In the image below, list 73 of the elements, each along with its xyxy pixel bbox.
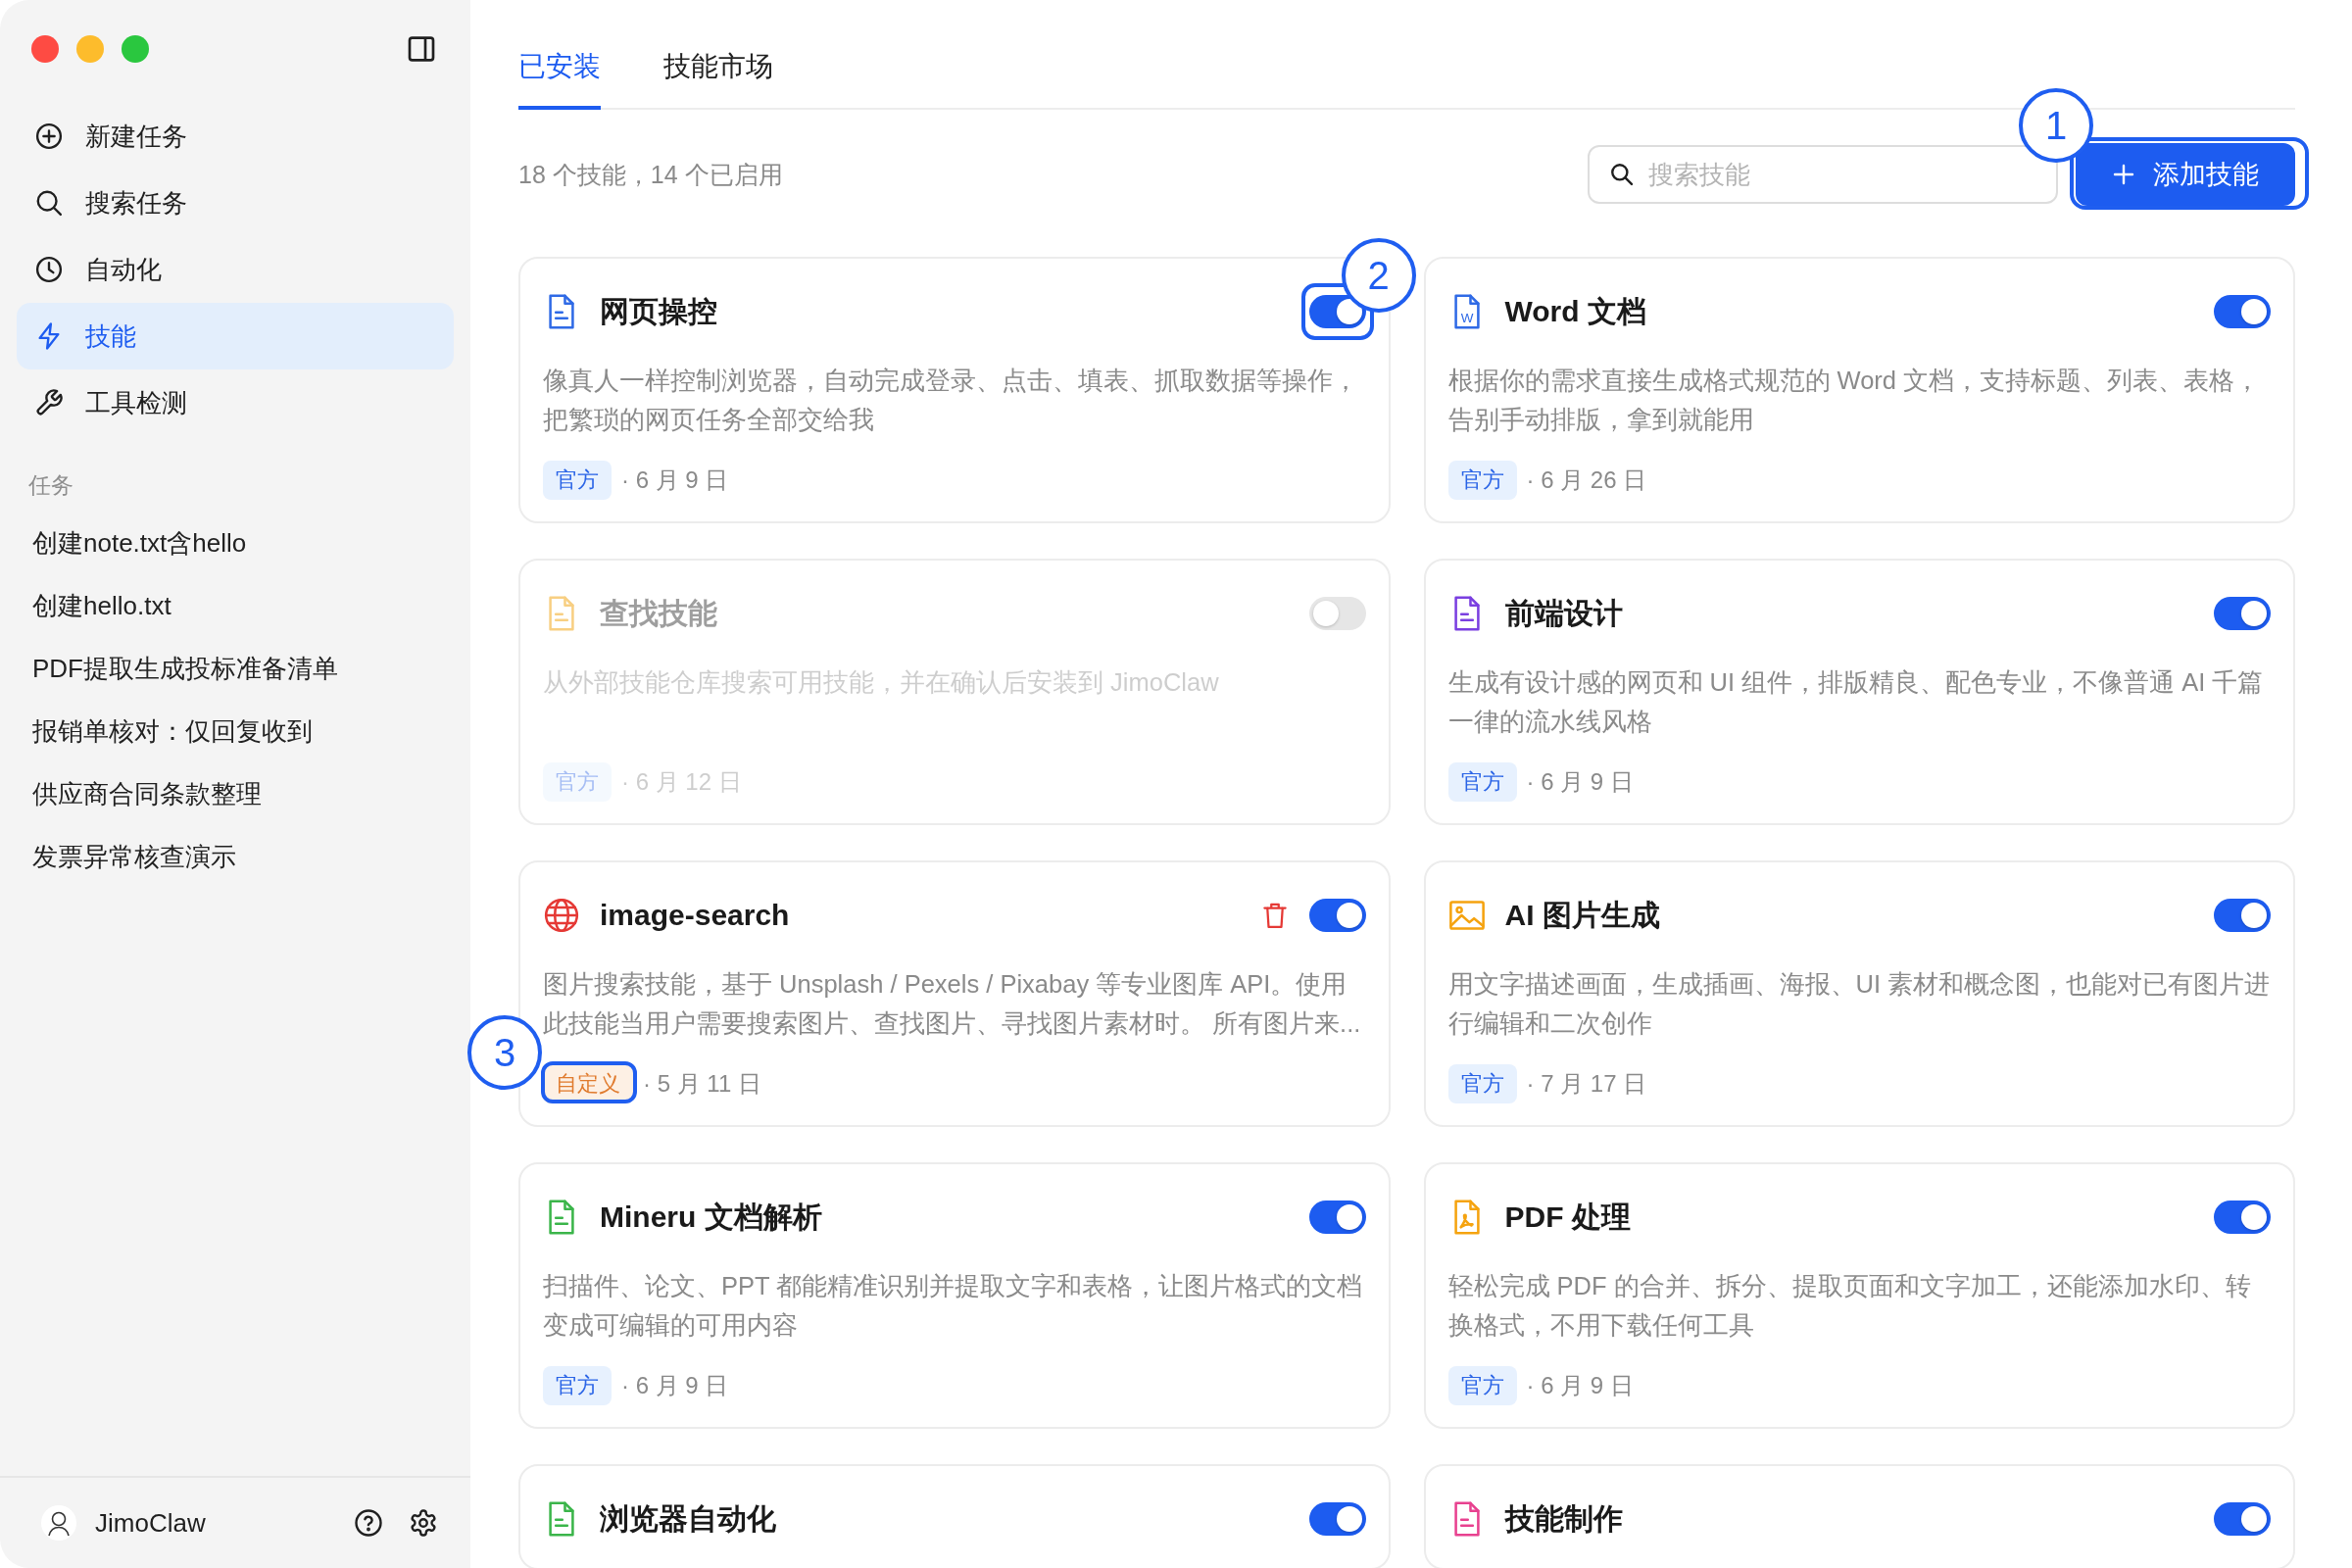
clock-icon bbox=[34, 255, 64, 284]
toggle-switch[interactable] bbox=[1308, 295, 1366, 328]
skill-description: 轻松完成 PDF 的合并、拆分、提取页面和文字加工，还能添加水印、转换格式，不用下载任何工具 bbox=[1447, 1271, 2252, 1341]
section-title: 任务 bbox=[27, 471, 74, 500]
skill-title: PDF 处理 bbox=[1504, 1199, 1631, 1235]
callout-badge: 1 bbox=[2019, 88, 2093, 163]
skill-title: AI 图片生成 bbox=[1504, 897, 1660, 933]
toggle-switch[interactable] bbox=[2214, 597, 2271, 630]
source-tag: 官方 bbox=[543, 461, 612, 500]
nav-item[interactable]: 新建任务 bbox=[17, 103, 454, 170]
nav-item[interactable]: 搜索任务 bbox=[17, 170, 454, 236]
task-item[interactable]: PDF提取生成投标准备清单 bbox=[17, 637, 454, 700]
callout-badge: 3 bbox=[467, 1015, 542, 1090]
skill-description: 根据你的需求直接生成格式规范的 Word 文档，支持标题、列表、表格，告别手动排版，拿到就能用 bbox=[1447, 366, 2262, 435]
search-icon bbox=[1609, 162, 1635, 187]
skill-date: · 5 月 11 日 bbox=[643, 1069, 761, 1099]
task-item[interactable]: 报销单核对：仅回复收到 bbox=[17, 700, 454, 762]
toggle-switch[interactable] bbox=[1308, 1200, 1366, 1234]
source-tag: 官方 bbox=[1447, 461, 1517, 500]
user-name: JimoClaw bbox=[95, 1507, 206, 1539]
source-tag: 官方 bbox=[1447, 762, 1517, 802]
skill-title: Mineru 文档解析 bbox=[600, 1199, 822, 1235]
search-icon bbox=[34, 188, 64, 218]
search-field[interactable]: 搜索技能 bbox=[1588, 145, 2058, 204]
nav-item[interactable]: 自动化 bbox=[17, 236, 454, 303]
skill-title: 查找技能 bbox=[600, 595, 717, 631]
source-tag: 官方 bbox=[543, 762, 612, 802]
sidebar-toggle-icon[interactable] bbox=[406, 33, 437, 65]
toggle-switch[interactable] bbox=[1308, 597, 1366, 630]
tab[interactable]: 已安装 bbox=[518, 47, 601, 110]
add-skill-button[interactable]: 添加技能 bbox=[2076, 143, 2295, 206]
skill-title: Word 文档 bbox=[1504, 293, 1646, 329]
skill-date: · 6 月 9 日 bbox=[1526, 767, 1634, 797]
source-tag: 官方 bbox=[1447, 1064, 1517, 1103]
skill-title: 技能制作 bbox=[1504, 1500, 1623, 1537]
toggle-switch[interactable] bbox=[1308, 1502, 1366, 1536]
toggle-switch[interactable] bbox=[2214, 1502, 2271, 1536]
skill-description: 生成有设计感的网页和 UI 组件，排版精良、配色专业，不像普通 AI 千篇一律的流水线风格 bbox=[1447, 667, 2265, 737]
skill-description: 图片搜索技能，基于 Unsplash / Pexels / Pixabay 等专业图库 API。使用此技能当用户需要搜索图片、查找图片、寻找图片素材时。 所有图片来... bbox=[543, 969, 1362, 1039]
plus-icon bbox=[2112, 163, 2135, 186]
skill-date: · 6 月 9 日 bbox=[621, 466, 729, 495]
skill-title: image-search bbox=[600, 899, 790, 932]
toggle-switch[interactable] bbox=[1308, 899, 1366, 932]
skill-count: 18 个技能，14 个已启用 bbox=[518, 159, 784, 190]
skill-title: 前端设计 bbox=[1504, 595, 1623, 631]
toggle-switch[interactable] bbox=[2214, 1200, 2271, 1234]
callout-badge: 2 bbox=[1341, 238, 1416, 313]
avatar-icon bbox=[41, 1505, 76, 1541]
tab[interactable]: 技能市场 bbox=[663, 47, 773, 110]
nav-item[interactable]: 技能 bbox=[17, 303, 454, 369]
skill-description: 用文字描述画面，生成插画、海报、UI 素材和概念图，也能对已有图片进行编辑和二次创作 bbox=[1447, 969, 2271, 1039]
source-tag: 官方 bbox=[1447, 1366, 1517, 1405]
skill-date: · 7 月 17 日 bbox=[1526, 1069, 1647, 1099]
source-tag: 官方 bbox=[543, 1366, 612, 1405]
skill-title: 网页操控 bbox=[600, 293, 717, 329]
toggle-switch[interactable] bbox=[2214, 899, 2271, 932]
skill-description: 扫描件、论文、PPT 都能精准识别并提取文字和表格，让图片格式的文档变成可编辑的可用内容 bbox=[543, 1271, 1364, 1341]
skill-description: 像真人一样控制浏览器，自动完成登录、点击、填表、抓取数据等操作，把繁琐的网页任务全部交给我 bbox=[543, 366, 1359, 435]
toggle-switch[interactable] bbox=[2214, 295, 2271, 328]
plus-circle-icon bbox=[34, 122, 64, 151]
skill-date: · 6 月 26 日 bbox=[1526, 466, 1647, 495]
skill-date: · 6 月 9 日 bbox=[621, 1371, 729, 1400]
settings-icon[interactable] bbox=[409, 1508, 438, 1538]
window-close-button[interactable] bbox=[31, 35, 59, 63]
task-item[interactable]: 创建note.txt含hello bbox=[17, 512, 454, 574]
nav-item[interactable]: 工具检测 bbox=[17, 369, 454, 436]
task-item[interactable]: 创建hello.txt bbox=[17, 574, 454, 637]
task-item[interactable]: 供应商合同条款整理 bbox=[17, 762, 454, 825]
wrench-icon bbox=[34, 388, 64, 417]
skill-title: 浏览器自动化 bbox=[600, 1500, 776, 1537]
task-item[interactable]: 发票异常核查演示 bbox=[17, 825, 454, 888]
help-icon[interactable] bbox=[354, 1508, 383, 1538]
skill-date: · 6 月 9 日 bbox=[1526, 1371, 1634, 1400]
